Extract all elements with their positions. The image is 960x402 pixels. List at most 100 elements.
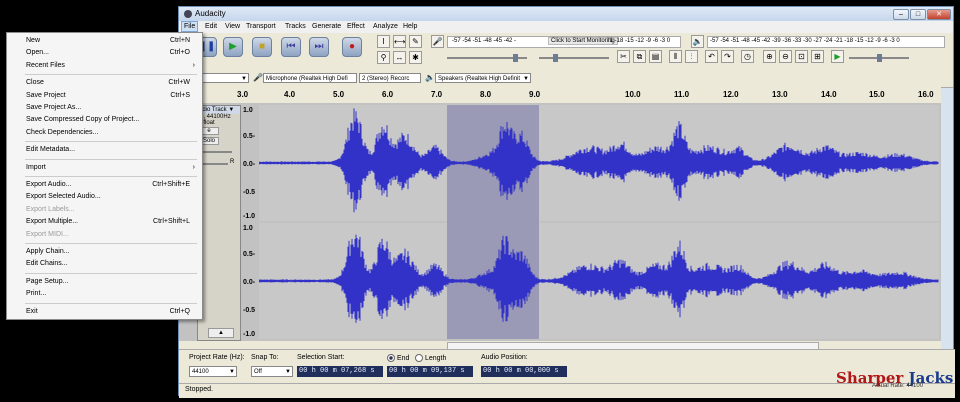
menu-item-label: Check Dependencies... <box>26 128 99 136</box>
audio-position-label: Audio Position: <box>481 354 528 361</box>
stop-button[interactable]: ■ <box>252 37 272 57</box>
track-area[interactable]: udio Track ▼ o, 44100Hz t float eSolo R … <box>179 103 941 341</box>
zoom-in-button[interactable]: ⊕ <box>763 50 776 63</box>
file-menu-item-edit-chains[interactable]: Edit Chains... <box>7 258 202 269</box>
menu-item-label: New <box>26 37 41 44</box>
play-at-speed-button[interactable]: ▶ <box>831 50 844 63</box>
fit-project-button[interactable]: ⊞ <box>811 50 824 63</box>
record-icon: ● <box>348 41 356 52</box>
fit-selection-button[interactable]: ⊡ <box>795 50 808 63</box>
track-control-panel[interactable]: udio Track ▼ o, 44100Hz t float eSolo R … <box>197 105 241 341</box>
file-menu-item-edit-metadata[interactable]: Edit Metadata... <box>7 144 202 155</box>
record-meter[interactable]: -57 -54 -51 -48 -45 -42 - Click to Start… <box>447 36 681 48</box>
file-menu-item-print[interactable]: Print... <box>7 288 202 299</box>
project-rate-dropdown[interactable]: 44100 ▼ <box>189 366 237 377</box>
playback-meter[interactable]: -57 -54 -51 -48 -45 -42 -39 -36 -33 -30 … <box>707 36 945 48</box>
file-menu-item-recent-files[interactable]: Recent Files › <box>7 60 202 71</box>
skip-end-button[interactable]: ⏭ <box>309 37 329 57</box>
zoom-tool[interactable]: ⚲ <box>377 51 390 64</box>
channel1-waveform[interactable] <box>259 105 939 221</box>
file-menu-item-exit[interactable]: Exit Ctrl+Q <box>7 306 202 317</box>
menu-item-label: Edit Chains... <box>26 260 68 268</box>
slider-knob[interactable] <box>877 54 882 62</box>
silence-button[interactable]: ⫶ <box>685 50 698 63</box>
copy-button[interactable]: ⧉ <box>633 50 646 63</box>
file-menu-item-export-selected-audio[interactable]: Export Selected Audio... <box>7 191 202 202</box>
file-menu-item-export-audio[interactable]: Export Audio... Ctrl+Shift+E <box>7 179 202 190</box>
file-menu-item-page-setup[interactable]: Page Setup... <box>7 276 202 287</box>
slider-knob[interactable] <box>553 54 558 62</box>
draw-tool[interactable]: ✎ <box>409 35 422 48</box>
trim-button[interactable]: ⫴ <box>669 50 682 63</box>
axis-label: 0.5- <box>243 133 256 140</box>
channel2-waveform[interactable] <box>259 223 939 339</box>
selection-end-field[interactable]: 00 h 00 m 09,137 s <box>387 366 473 377</box>
file-menu-item-save-project-as[interactable]: Save Project As... <box>7 102 202 113</box>
file-menu-item-import[interactable]: Import › <box>7 162 202 173</box>
timeshift-tool[interactable]: ↔ <box>393 51 406 64</box>
menu-file[interactable]: File <box>181 21 199 32</box>
track-name-button[interactable]: udio Track ▼ <box>198 106 240 114</box>
menu-separator <box>25 243 197 244</box>
undo-button[interactable]: ↶ <box>705 50 718 63</box>
playback-meter-scale: -57 -54 -51 -48 -45 -42 -39 -36 -33 -30 … <box>710 38 900 44</box>
selection-start-field[interactable]: 00 h 00 m 07,268 s <box>297 366 383 377</box>
menu-effect[interactable]: Effect <box>345 22 367 31</box>
menu-view[interactable]: View <box>223 22 242 31</box>
file-menu-item-apply-chain[interactable]: Apply Chain... <box>7 246 202 257</box>
menu-help[interactable]: Help <box>401 22 419 31</box>
file-menu-item-open[interactable]: Open... Ctrl+O <box>7 47 202 58</box>
file-menu-item-new[interactable]: New Ctrl+N <box>7 35 202 46</box>
menu-item-label: Export Multiple... <box>26 218 79 226</box>
channels-dropdown[interactable]: 2 (Stereo) Recorc <box>359 73 421 83</box>
gain-slider[interactable] <box>198 146 240 158</box>
snap-to-dropdown[interactable]: Off ▼ <box>251 366 293 377</box>
menu-edit[interactable]: Edit <box>203 22 219 31</box>
playback-volume-slider[interactable] <box>539 54 609 62</box>
recording-device-dropdown[interactable]: Microphone (Realtek High Defi <box>263 73 357 83</box>
play-icon: ▶ <box>834 52 841 61</box>
magnifier-icon: ⚲ <box>380 53 387 62</box>
menu-generate[interactable]: Generate <box>310 22 343 31</box>
record-button[interactable]: ● <box>342 37 362 57</box>
horizontal-scrollbar[interactable] <box>179 341 941 350</box>
audio-position-field[interactable]: 00 h 00 m 00,000 s <box>481 366 567 377</box>
menu-item-label: Import <box>26 163 46 171</box>
skip-start-button[interactable]: ⏮ <box>281 37 301 57</box>
menu-tracks[interactable]: Tracks <box>283 22 308 31</box>
sync-lock-button[interactable]: ◷ <box>741 50 754 63</box>
file-menu-item-check-dependencies[interactable]: Check Dependencies... <box>7 127 202 138</box>
close-button[interactable]: ✕ <box>927 9 951 20</box>
menu-bar: File Edit View Transport Tracks Generate… <box>179 21 953 33</box>
menu-transport[interactable]: Transport <box>244 22 278 31</box>
end-radio[interactable]: End <box>387 354 409 362</box>
snap-to-label: Snap To: <box>251 354 279 361</box>
zoom-out-button[interactable]: ⊖ <box>779 50 792 63</box>
redo-button[interactable]: ↷ <box>721 50 734 63</box>
multi-tool[interactable]: ✱ <box>409 51 422 64</box>
envelope-tool[interactable]: ⟷ <box>393 35 406 48</box>
play-speed-slider[interactable] <box>849 54 909 62</box>
playback-meter-button[interactable]: 🔈 <box>691 35 704 48</box>
file-menu-item-export-multiple[interactable]: Export Multiple... Ctrl+Shift+L <box>7 216 202 227</box>
slider-knob[interactable] <box>513 54 518 62</box>
collapse-track-button[interactable]: ▲ <box>208 328 234 338</box>
menu-analyze[interactable]: Analyze <box>371 22 400 31</box>
paste-button[interactable]: ▤ <box>649 50 662 63</box>
selection-tool[interactable]: I <box>377 35 390 48</box>
file-menu-item-save-compressed-copy-of-project[interactable]: Save Compressed Copy of Project... <box>7 114 202 125</box>
menu-separator <box>25 302 197 304</box>
record-meter-button[interactable]: 🎤 <box>431 35 444 48</box>
silence-icon: ⫶ <box>690 52 693 61</box>
maximize-button[interactable]: □ <box>910 9 926 20</box>
length-radio[interactable]: Length <box>415 354 446 362</box>
record-volume-slider[interactable] <box>447 54 527 62</box>
playback-device-dropdown[interactable]: Speakers (Realtek High Definit ▼ <box>435 73 531 83</box>
play-button[interactable]: ▶ <box>223 37 243 57</box>
pan-slider[interactable]: R <box>198 158 240 170</box>
file-menu-item-close[interactable]: Close Ctrl+W <box>7 77 202 88</box>
timeline-ruler[interactable]: 3.0 4.0 5.0 6.0 7.0 8.0 9.0 10.0 11.0 12… <box>179 87 941 104</box>
file-menu-item-save-project[interactable]: Save Project Ctrl+S <box>7 90 202 101</box>
cut-button[interactable]: ✂ <box>617 50 630 63</box>
minimize-button[interactable]: – <box>893 9 909 20</box>
